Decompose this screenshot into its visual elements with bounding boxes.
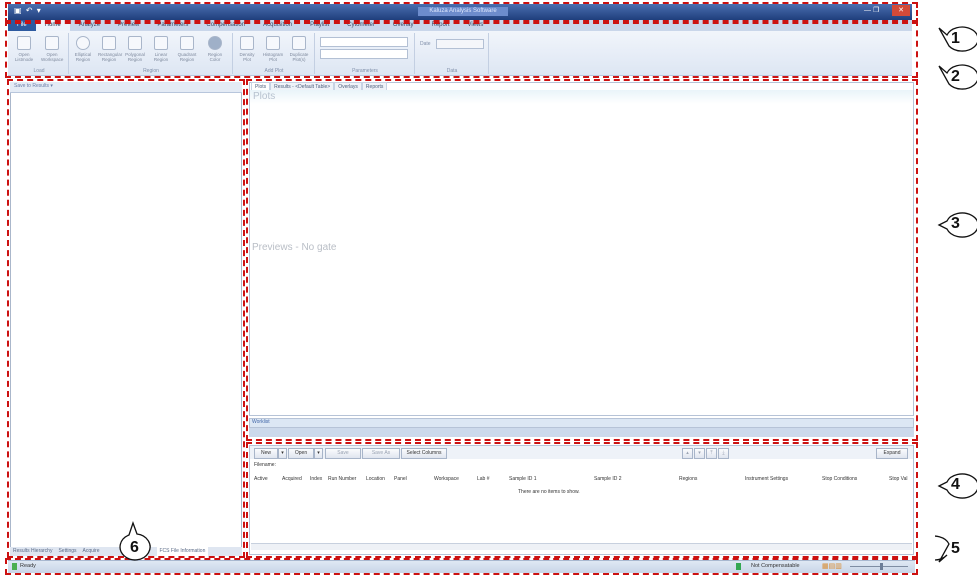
callout-5: 5 (917, 534, 977, 566)
callout-2: 2 (935, 62, 979, 94)
annotation-box-plots (246, 79, 918, 441)
annotation-box-left-panel (7, 79, 245, 558)
callout-4: 4 (935, 470, 979, 502)
callout-1: 1 (935, 24, 979, 56)
callout-3: 3 (935, 209, 979, 241)
annotation-box-worklist (246, 442, 918, 558)
callout-6: 6 (117, 520, 157, 562)
annotation-box-ribbon (5, 20, 918, 78)
